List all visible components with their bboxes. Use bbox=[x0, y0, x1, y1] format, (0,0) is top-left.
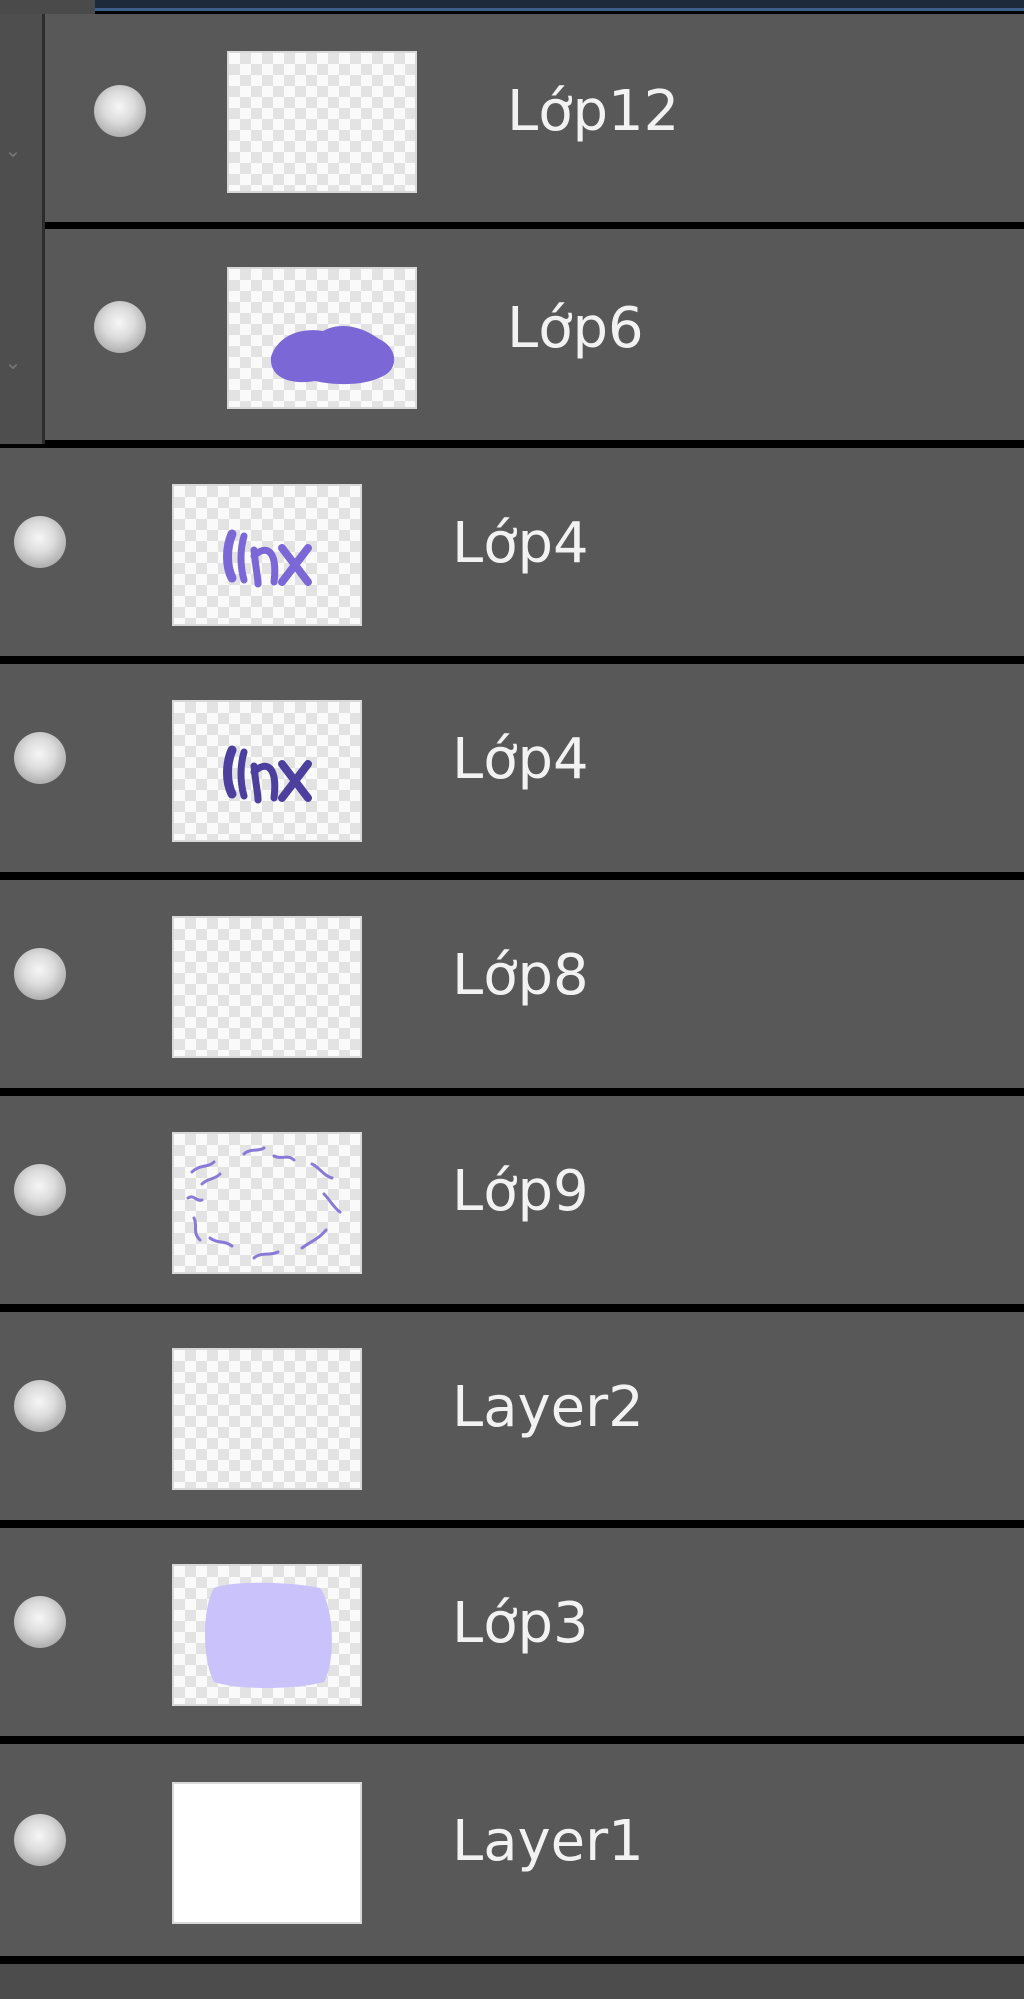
dark-purple-text-mark-icon bbox=[223, 745, 312, 804]
layers-panel: ⌄ ⌄ Lớp12 Lớp6 Lớp4 Lớp4 Lớp8 Lớp9 Layer… bbox=[0, 0, 1024, 1999]
layer-thumbnail bbox=[174, 918, 360, 1056]
layer-name: Lớp4 bbox=[452, 727, 589, 792]
visibility-eye-icon[interactable] bbox=[94, 85, 146, 137]
layer-row-lop4[interactable]: Lớp4 bbox=[0, 448, 1024, 656]
visibility-eye-icon[interactable] bbox=[14, 732, 66, 784]
purple-blob-icon bbox=[270, 325, 395, 385]
panel-top-left-strip bbox=[0, 0, 95, 14]
selected-layer-edge bbox=[95, 0, 1024, 11]
purple-text-mark-icon bbox=[223, 529, 312, 588]
layer-thumbnail bbox=[174, 1134, 360, 1272]
visibility-eye-icon[interactable] bbox=[14, 1814, 66, 1866]
lavender-fill-icon bbox=[205, 1582, 332, 1688]
layer-thumbnail bbox=[174, 1350, 360, 1488]
layer-row-lop6[interactable]: Lớp6 bbox=[45, 229, 1024, 440]
layer-thumbnail bbox=[174, 1566, 360, 1704]
layer-name: Layer2 bbox=[452, 1375, 644, 1440]
layer-row-layer2[interactable]: Layer2 bbox=[0, 1312, 1024, 1520]
visibility-eye-icon[interactable] bbox=[14, 948, 66, 1000]
layer-row-lop8[interactable]: Lớp8 bbox=[0, 880, 1024, 1088]
layer-row-lop12[interactable]: Lớp12 bbox=[45, 14, 1024, 222]
layer-group-indent-bar[interactable]: ⌄ ⌄ bbox=[0, 14, 45, 444]
layer-thumbnail bbox=[174, 702, 360, 840]
layer-thumbnail bbox=[174, 1784, 360, 1922]
scribbles-icon bbox=[186, 1146, 342, 1260]
layer-row-lop9[interactable]: Lớp9 bbox=[0, 1096, 1024, 1304]
layer-row-lop3[interactable]: Lớp3 bbox=[0, 1528, 1024, 1736]
layer-row-lop4[interactable]: Lớp4 bbox=[0, 664, 1024, 872]
layer-name: Lớp8 bbox=[452, 943, 589, 1008]
visibility-eye-icon[interactable] bbox=[14, 1164, 66, 1216]
panel-bottom-strip bbox=[0, 1964, 1024, 1999]
visibility-eye-icon[interactable] bbox=[94, 301, 146, 353]
layer-name: Lớp9 bbox=[452, 1159, 589, 1224]
layer-thumbnail bbox=[174, 486, 360, 624]
layer-name: Layer1 bbox=[452, 1809, 644, 1874]
layer-name: Lớp6 bbox=[507, 296, 644, 361]
visibility-eye-icon[interactable] bbox=[14, 1380, 66, 1432]
visibility-eye-icon[interactable] bbox=[14, 516, 66, 568]
layer-name: Lớp12 bbox=[507, 79, 680, 144]
chevron-down-icon[interactable]: ⌄ bbox=[0, 352, 26, 372]
layer-name: Lớp3 bbox=[452, 1591, 589, 1656]
layer-row-layer1[interactable]: Layer1 bbox=[0, 1744, 1024, 1956]
layer-thumbnail bbox=[229, 269, 415, 407]
layer-name: Lớp4 bbox=[452, 511, 589, 576]
chevron-down-icon[interactable]: ⌄ bbox=[0, 140, 26, 160]
visibility-eye-icon[interactable] bbox=[14, 1596, 66, 1648]
layer-thumbnail bbox=[229, 53, 415, 191]
